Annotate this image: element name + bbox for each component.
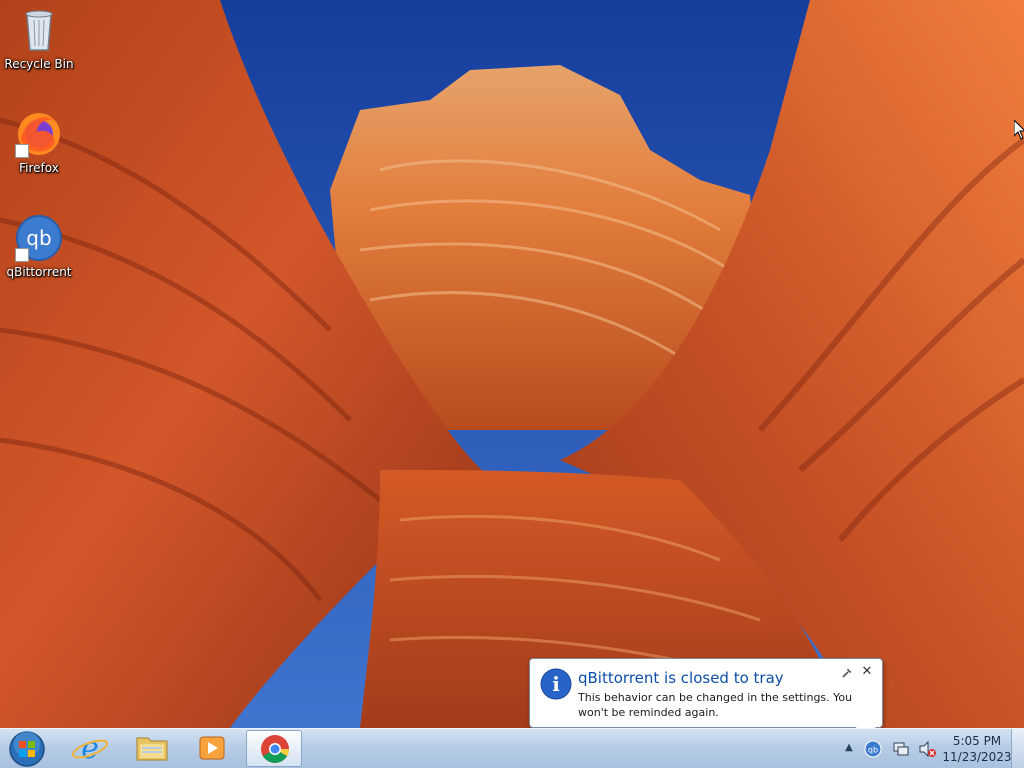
desktop-icon-qbittorrent[interactable]: qb qBittorrent [1, 214, 77, 279]
show-hidden-icons-button[interactable]: ▲ [842, 741, 856, 755]
taskbar-windows-explorer[interactable] [124, 730, 180, 767]
wallpaper-image [0, 0, 1024, 728]
windows-start-orb-icon [9, 731, 45, 767]
desktop-icon-recycle-bin[interactable]: Recycle Bin [1, 6, 77, 71]
chrome-icon [261, 735, 289, 763]
close-icon[interactable]: ✕ [860, 665, 874, 679]
taskbar-media-player[interactable] [186, 730, 242, 767]
recycle-bin-icon [15, 6, 63, 54]
shortcut-arrow-icon [15, 248, 29, 262]
firefox-icon [15, 110, 63, 158]
desktop-icon-label: qBittorrent [6, 265, 72, 279]
taskbar: e ▲ qb 5:05 PM 11/23/2023 [0, 728, 1024, 768]
network-icon[interactable] [892, 740, 910, 758]
info-icon: i [540, 668, 572, 700]
start-button[interactable] [4, 730, 50, 768]
notification-title: qBittorrent is closed to tray [578, 669, 784, 687]
desktop-icon-firefox[interactable]: Firefox [1, 110, 77, 175]
desktop[interactable]: Recycle Bin Firefox qb qBittorrent [0, 0, 1024, 728]
clock-time: 5:05 PM [952, 734, 1002, 748]
folder-icon [136, 737, 168, 761]
mouse-cursor-icon [1014, 120, 1024, 140]
svg-text:e: e [81, 731, 99, 766]
show-desktop-button[interactable] [1011, 729, 1024, 768]
svg-text:qb: qb [868, 746, 878, 755]
qbittorrent-icon: qb [15, 214, 63, 262]
clock-date: 11/23/2023 [942, 750, 1012, 764]
notification-balloon[interactable]: i qBittorrent is closed to tray This beh… [529, 658, 883, 728]
qbittorrent-tray-icon[interactable]: qb [864, 740, 882, 758]
desktop-icon-label: Recycle Bin [4, 57, 74, 71]
taskbar-chrome[interactable] [246, 730, 302, 767]
media-player-icon [199, 736, 225, 760]
shortcut-arrow-icon [15, 144, 29, 158]
svg-text:i: i [552, 672, 560, 696]
taskbar-internet-explorer[interactable]: e [62, 730, 118, 767]
settings-wrench-icon[interactable] [841, 667, 853, 679]
notification-body: This behavior can be changed in the sett… [578, 691, 853, 719]
desktop-icon-label: Firefox [19, 161, 59, 175]
system-tray: ▲ qb 5:05 PM 11/23/2023 [834, 729, 1024, 769]
internet-explorer-icon: e [71, 731, 109, 766]
taskbar-clock[interactable]: 5:05 PM 11/23/2023 [942, 733, 1012, 765]
volume-muted-icon[interactable] [918, 740, 936, 758]
svg-text:qb: qb [26, 226, 51, 250]
